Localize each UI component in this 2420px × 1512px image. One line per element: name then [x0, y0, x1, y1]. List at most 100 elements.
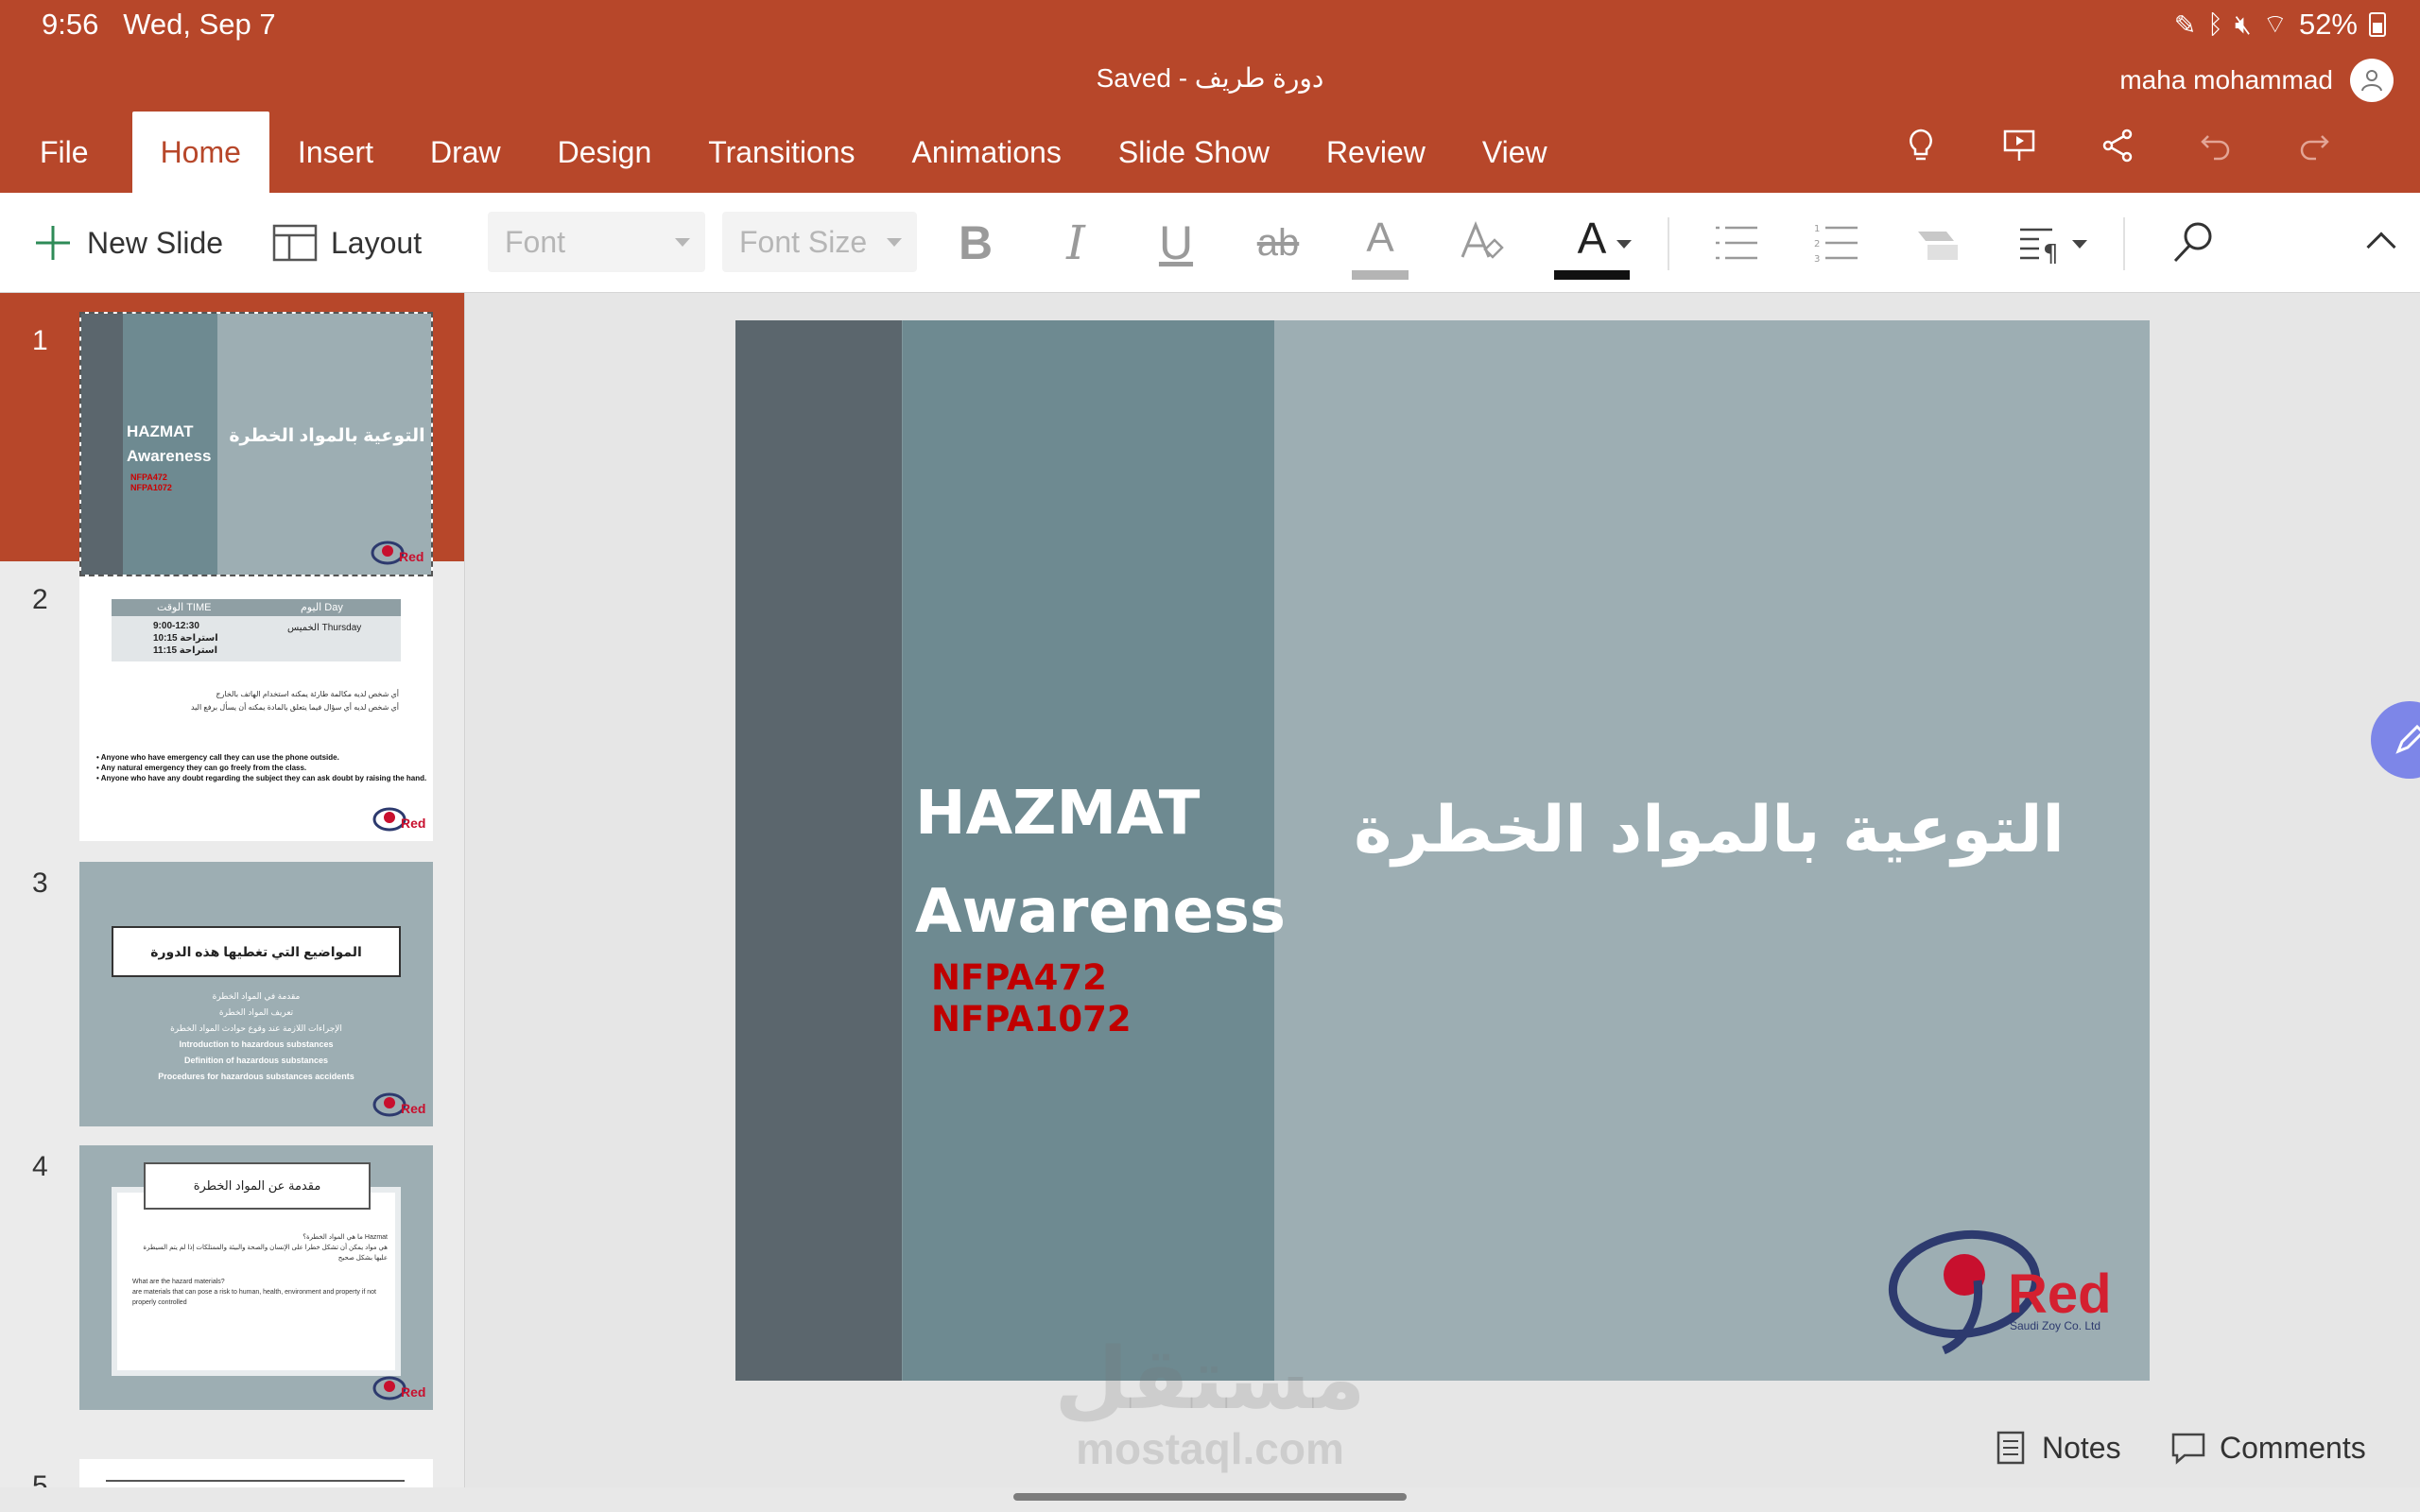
thumbnail-preview[interactable]: الوقت TIME اليوم Day 9:00-12:30 استراحة 10… [79, 576, 433, 841]
watermark: مستقل mostaql.com [1040, 1332, 1380, 1470]
thumb-title: مقدمة عن المواد الخطرة [144, 1162, 371, 1210]
italic-button[interactable]: I [1047, 193, 1104, 293]
tab-file[interactable]: File [0, 112, 117, 193]
document-title[interactable]: Saved - دورة طريف [0, 62, 2420, 94]
wifi-icon: ⌔ [2262, 9, 2288, 39]
paragraph-icon[interactable]: ¶ [2014, 193, 2070, 293]
notes-button[interactable]: Notes [1993, 1418, 2121, 1478]
tab-transitions[interactable]: Transitions [680, 112, 883, 193]
thumbnail-number: 1 [32, 325, 48, 356]
thumbnail-4[interactable]: 4 مقدمة عن المواد الخطرة ما هي المواد ال… [0, 1143, 464, 1412]
red-logo-icon: Red [372, 807, 425, 832]
status-icons: ✎ ᛒ 🔇︎ ⌔ 52% [2174, 8, 2386, 42]
highlight-button[interactable]: A [1352, 206, 1409, 280]
share-icon[interactable] [2097, 125, 2138, 166]
comments-button[interactable]: Comments [2170, 1418, 2366, 1478]
svg-text:1: 1 [1814, 224, 1820, 234]
tab-home[interactable]: Home [131, 112, 269, 193]
tab-insert[interactable]: Insert [269, 112, 402, 193]
slide-thumbnails[interactable]: 1 HAZMAT Awareness NFPA472 NFPA1072 التوعي… [0, 293, 465, 1487]
slide-english-title[interactable]: HAZMAT Awareness [915, 765, 1286, 961]
thumb-arabic-title: التوعية بالمواد الخطرة [229, 426, 425, 446]
search-icon[interactable] [2165, 193, 2221, 293]
text-direction-icon[interactable] [1910, 193, 1966, 293]
thumbnail-preview[interactable] [79, 1459, 433, 1487]
tab-slide-show[interactable]: Slide Show [1090, 112, 1298, 193]
thumbnail-number: 5 [32, 1470, 48, 1487]
thumbnail-3[interactable]: 3 المواضيع التي تغطيها هذه الدورة مقدمة … [0, 860, 464, 1128]
collapse-ribbon-icon[interactable] [2366, 232, 2396, 262]
red-logo-icon: Red [372, 1376, 425, 1400]
chevron-down-icon [887, 238, 902, 247]
avatar[interactable] [2350, 59, 2394, 102]
svg-text:Red: Red [401, 1101, 425, 1116]
code-nfpa1072: NFPA1072 [931, 999, 1132, 1040]
comment-icon [2171, 1433, 2205, 1465]
battery-level: 52% [2298, 8, 2358, 41]
tab-design[interactable]: Design [529, 112, 681, 193]
thumbnail-2[interactable]: 2 الوقت TIME اليوم Day 9:00-12:30 استراحة … [0, 576, 464, 845]
svg-text:Red: Red [2008, 1263, 2112, 1325]
svg-text:Red: Red [399, 549, 424, 564]
svg-text:3: 3 [1814, 254, 1820, 264]
font-placeholder: Font [505, 224, 566, 259]
thumb-codes: NFPA472 NFPA1072 [130, 472, 172, 492]
underline-button[interactable]: U [1148, 193, 1204, 293]
tab-draw[interactable]: Draw [402, 112, 529, 193]
bullets-icon[interactable] [1707, 193, 1764, 293]
slide-arabic-title[interactable]: التوعية بالمواد الخطرة [1303, 793, 2116, 868]
clear-format-icon[interactable] [1452, 193, 1509, 293]
redo-icon[interactable] [2293, 125, 2335, 166]
pencil-icon [2395, 724, 2420, 754]
thumbnail-number: 4 [32, 1151, 48, 1182]
font-color-dropdown-icon[interactable] [1616, 240, 1632, 249]
undo-icon[interactable] [2195, 125, 2237, 166]
thumbnail-5[interactable]: 5 [0, 1427, 464, 1487]
svg-text:Saudi Zoy Co. Ltd: Saudi Zoy Co. Ltd [2010, 1319, 2100, 1332]
numbering-icon[interactable]: 1 2 3 [1807, 193, 1864, 293]
layout-button[interactable]: Layout [272, 193, 422, 293]
present-icon[interactable] [1998, 125, 2040, 166]
font-select[interactable]: Font [488, 212, 705, 272]
red-company-logo[interactable]: Red Saudi Zoy Co. Ltd [1887, 1220, 2123, 1362]
notes-icon [1996, 1431, 2025, 1465]
ribbon-separator [2123, 217, 2125, 270]
ribbon-tabs: File Home Insert Draw Design Transitions… [0, 112, 1576, 193]
thumbnail-1[interactable]: 1 HAZMAT Awareness NFPA472 NFPA1072 التوعي… [0, 293, 464, 576]
title-bar: 9:56 Wed, Sep 7 ✎ ᛒ 🔇︎ ⌔ 52% Saved - دور… [0, 0, 2420, 193]
layout-icon [272, 224, 318, 262]
thumbnail-preview[interactable]: مقدمة عن المواد الخطرة ما هي المواد الخط… [79, 1145, 433, 1410]
slide-standard-codes[interactable]: NFPA472 NFPA1072 [931, 957, 1132, 1040]
tab-animations[interactable]: Animations [884, 112, 1090, 193]
thumbnail-preview[interactable]: HAZMAT Awareness NFPA472 NFPA1072 التوعية … [79, 312, 433, 576]
font-size-select[interactable]: Font Size [722, 212, 917, 272]
tab-view[interactable]: View [1454, 112, 1576, 193]
mute-icon: 🔇︎ [2234, 9, 2252, 39]
svg-text:Red: Red [401, 816, 425, 831]
date: Wed, Sep 7 [123, 8, 276, 41]
comments-label: Comments [2220, 1430, 2366, 1465]
thumb-title: المواضيع التي تغطيها هذه الدورة [112, 926, 401, 977]
user-account[interactable]: maha mohammad [2119, 59, 2394, 102]
awareness-text: Awareness [915, 877, 1286, 947]
thumbnail-number: 3 [32, 868, 48, 899]
pen-icon: ✎ [2173, 9, 2197, 40]
status-time: 9:56 Wed, Sep 7 [42, 8, 276, 42]
chevron-down-icon [675, 238, 690, 247]
paragraph-dropdown-icon[interactable] [2072, 240, 2087, 249]
tab-review[interactable]: Review [1298, 112, 1454, 193]
strikethrough-button[interactable]: ab [1250, 193, 1306, 293]
ribbon-home: New Slide Layout Font Font Size B I U ab… [0, 193, 2420, 293]
layout-label: Layout [331, 225, 423, 260]
svg-text:¶: ¶ [2043, 240, 2059, 264]
thumbnail-preview[interactable]: المواضيع التي تغطيها هذه الدورة مقدمة في… [79, 862, 433, 1126]
bluetooth-icon: ᛒ [2207, 9, 2223, 39]
bold-button[interactable]: B [947, 193, 1004, 293]
home-indicator[interactable] [1013, 1493, 1407, 1501]
person-icon [2361, 70, 2382, 92]
new-slide-button[interactable]: New Slide [32, 193, 223, 293]
lightbulb-icon[interactable] [1900, 125, 1942, 166]
current-slide[interactable]: HAZMAT Awareness NFPA472 NFPA1072 التوعي… [735, 320, 2150, 1381]
thumb-en-title: HAZMAT Awareness [127, 422, 212, 465]
code-nfpa472: NFPA472 [931, 957, 1107, 998]
